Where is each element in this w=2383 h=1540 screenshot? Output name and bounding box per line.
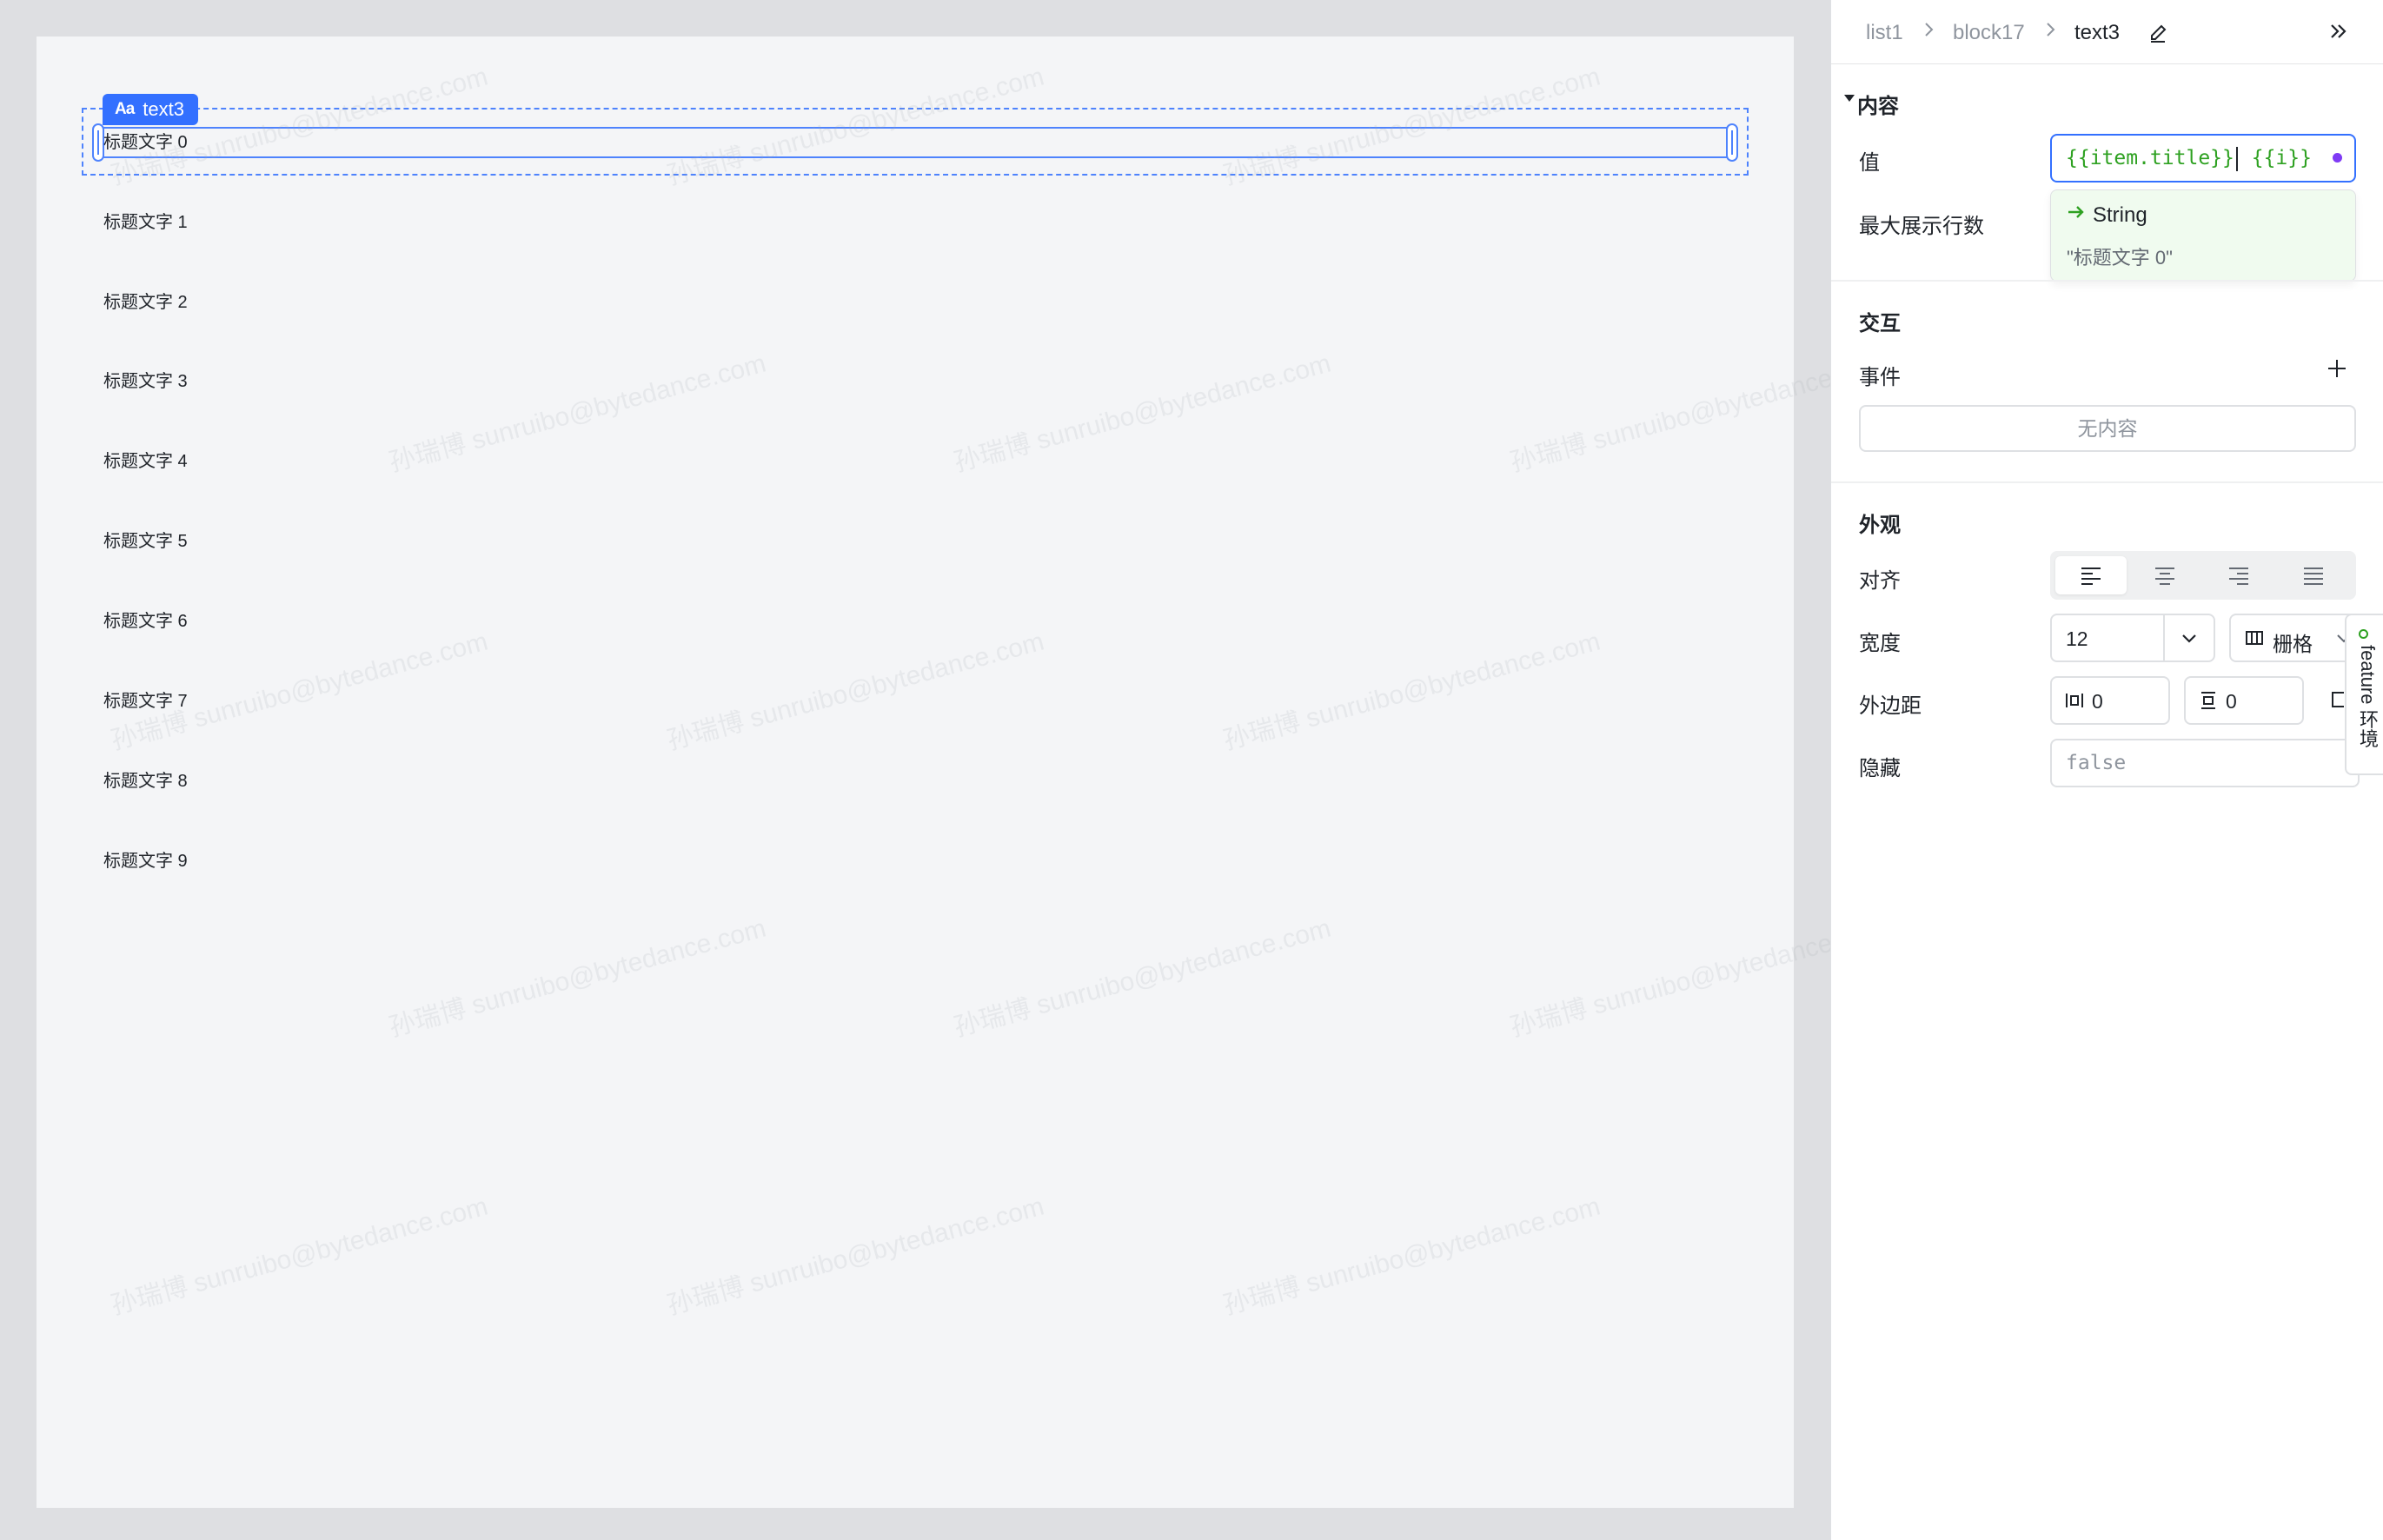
margin-horizontal-input[interactable]: 0 (2050, 676, 2170, 725)
caret-down-icon[interactable] (1843, 92, 1855, 109)
align-label: 对齐 (1859, 569, 1901, 593)
align-center-icon (2155, 568, 2174, 585)
value-label: 值 (1859, 151, 1880, 175)
align-right-icon (2229, 568, 2248, 585)
list-item[interactable]: 标题文字 0 (103, 132, 188, 153)
component-tag-label: text3 (143, 98, 184, 120)
width-value: 12 (2066, 627, 2088, 650)
width-unit-label: 栅格 (2273, 633, 2313, 655)
type-hint-popup: String "标题文字 0" (2050, 189, 2356, 282)
vertical-spacing-icon (2198, 690, 2219, 715)
list-item[interactable]: 标题文字 9 (103, 851, 188, 872)
text-component-icon: Aa (115, 100, 135, 118)
edit-icon[interactable] (2147, 19, 2168, 48)
section-title-appearance: 外观 (1859, 514, 1901, 537)
component-tag[interactable]: Aa text3 (103, 94, 198, 125)
canvas-area: Aa text3 标题文字 0 标题文字 1 标题文字 2 标题文字 3 标题文… (0, 0, 1890, 1540)
list-item[interactable]: 标题文字 7 (103, 691, 188, 712)
breadcrumb-item[interactable]: block17 (1953, 21, 2025, 45)
align-center-button[interactable] (2129, 556, 2200, 594)
align-segmented-control (2050, 551, 2356, 600)
list-item[interactable]: 标题文字 4 (103, 451, 188, 472)
status-dot (2359, 629, 2368, 639)
text-caret (2235, 146, 2238, 171)
list-item[interactable]: 标题文字 2 (103, 292, 188, 313)
breadcrumb-item[interactable]: list1 (1866, 21, 1903, 45)
width-label: 宽度 (1859, 632, 1901, 655)
hidden-label: 隐藏 (1859, 757, 1901, 780)
type-hint-value: "标题文字 0" (2067, 247, 2173, 269)
align-justify-icon (2304, 568, 2323, 585)
panel-header: list1 block17 text3 (1831, 0, 2383, 64)
section-title-interaction: 交互 (1859, 312, 1901, 335)
width-unit-select[interactable]: 栅格 (2229, 614, 2360, 662)
breadcrumb-current: text3 (2074, 21, 2121, 44)
status-dot (2333, 153, 2342, 163)
align-left-icon (2081, 568, 2101, 585)
feature-tab-label: feature 环境 (2357, 645, 2379, 748)
align-left-button[interactable] (2055, 556, 2127, 594)
expression-token: {{i}} (2251, 147, 2312, 169)
type-hint-type: String (2093, 202, 2147, 227)
margin-vertical-input[interactable]: 0 (2184, 676, 2304, 725)
list-item[interactable]: 标题文字 1 (103, 212, 188, 233)
margin-vertical-value: 0 (2226, 690, 2237, 713)
events-empty-box[interactable]: 无内容 (1859, 405, 2356, 452)
chevron-down-icon[interactable] (2179, 627, 2200, 653)
hidden-expression-input[interactable]: false (2050, 739, 2360, 787)
canvas-page[interactable]: Aa text3 标题文字 0 标题文字 1 标题文字 2 标题文字 3 标题文… (37, 37, 1794, 1508)
arrow-right-icon (2067, 202, 2086, 228)
expression-token: {{item.title}} (2066, 147, 2234, 169)
list-item[interactable]: 标题文字 5 (103, 531, 188, 552)
section-divider (1831, 481, 2383, 483)
list-item[interactable]: 标题文字 6 (103, 611, 188, 632)
chevron-right-icon (1923, 19, 1935, 46)
list-item[interactable]: 标题文字 8 (103, 771, 188, 792)
resize-handle-left[interactable] (92, 123, 104, 162)
properties-panel: list1 block17 text3 内容 值 {{item.title}} … (1830, 0, 2383, 1540)
width-input[interactable]: 12 (2050, 614, 2215, 662)
selected-text-component[interactable] (97, 127, 1736, 158)
add-event-icon[interactable] (2327, 358, 2347, 383)
align-justify-button[interactable] (2278, 556, 2349, 594)
feature-environment-tab[interactable]: feature 环境 (2345, 614, 2383, 775)
section-divider (1831, 280, 2383, 282)
max-lines-label: 最大展示行数 (1859, 215, 1984, 238)
align-right-button[interactable] (2203, 556, 2274, 594)
section-title-content[interactable]: 内容 (1857, 89, 1899, 119)
margin-horizontal-value: 0 (2092, 690, 2103, 713)
grid-columns-icon (2245, 629, 2264, 651)
value-expression-input[interactable]: {{item.title}} {{i}} (2050, 134, 2356, 183)
resize-handle-right[interactable] (1726, 123, 1738, 162)
margin-label: 外边距 (1859, 694, 1922, 718)
input-divider (2163, 615, 2165, 660)
horizontal-spacing-icon (2064, 690, 2085, 715)
double-chevron-right-icon[interactable] (2327, 19, 2351, 48)
list-item[interactable]: 标题文字 3 (103, 371, 188, 392)
events-label: 事件 (1859, 366, 1901, 389)
chevron-right-icon (2045, 19, 2057, 46)
